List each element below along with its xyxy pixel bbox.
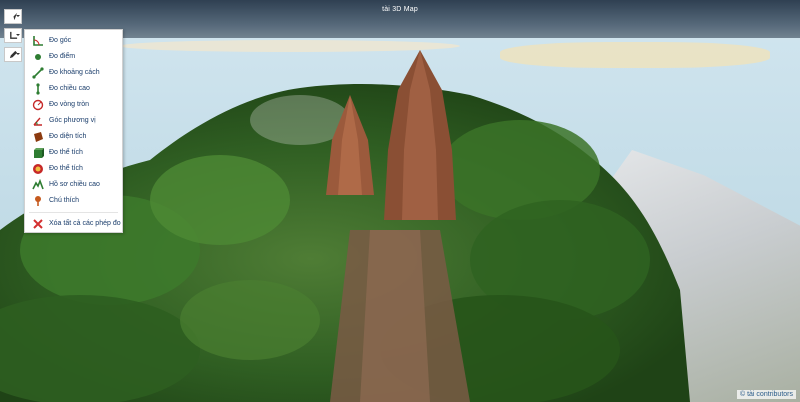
chevron-down-icon <box>16 34 20 36</box>
height-icon <box>31 82 45 96</box>
menu-item-measure-area[interactable]: Đo diện tích <box>25 129 122 144</box>
menu-item-label: Đo điểm <box>49 53 76 60</box>
chevron-down-icon <box>16 53 20 55</box>
left-toolbar <box>4 9 22 66</box>
point-icon <box>31 50 45 64</box>
small-temple-tower <box>326 95 374 195</box>
app-title: tài 3D Map <box>382 6 418 13</box>
attribution-link[interactable]: © tài contributors <box>736 390 796 399</box>
distance-icon <box>31 66 45 80</box>
clear-x-icon <box>31 217 45 231</box>
chevron-down-icon <box>16 15 20 17</box>
clear-all-measurements-button[interactable]: Xóa tất cả các phép đo <box>25 216 122 231</box>
menu-item-label: Hồ sơ chiều cao <box>49 181 100 188</box>
area-icon <box>31 130 45 144</box>
profile-icon <box>31 178 45 192</box>
circle-icon <box>31 98 45 112</box>
navigate-tool-button[interactable] <box>4 9 22 24</box>
menu-item-annotation[interactable]: Chú thích <box>25 193 122 208</box>
menu-item-label: Đo vòng tròn <box>49 101 90 108</box>
volume-sphere-icon <box>31 162 45 176</box>
menu-item-height-profile[interactable]: Hồ sơ chiều cao <box>25 177 122 192</box>
menu-item-measure-volume-box[interactable]: Đo thể tích <box>25 145 122 160</box>
menu-divider <box>29 212 118 213</box>
menu-item-label: Đo diện tích <box>49 133 87 140</box>
menu-item-measure-point[interactable]: Đo điểm <box>25 49 122 64</box>
menu-item-label: Đo thể tích <box>49 165 83 172</box>
menu-item-label: Chú thích <box>49 197 79 204</box>
menu-item-label: Đo thể tích <box>49 149 83 156</box>
annotation-icon <box>31 194 45 208</box>
menu-item-measure-volume-sphere[interactable]: Đo thể tích <box>25 161 122 176</box>
clear-all-label: Xóa tất cả các phép đo <box>49 220 121 227</box>
edit-tool-button[interactable] <box>4 47 22 62</box>
menu-item-measure-height[interactable]: Đo chiều cao <box>25 81 122 96</box>
measure-tool-button[interactable] <box>4 28 22 43</box>
menu-item-measure-angle[interactable]: Đo góc <box>25 33 122 48</box>
menu-item-azimuth[interactable]: Góc phương vị <box>25 113 122 128</box>
volume-box-icon <box>31 146 45 160</box>
menu-item-measure-distance[interactable]: Đo khoảng cách <box>25 65 122 80</box>
angle-icon <box>31 34 45 48</box>
menu-item-label: Đo góc <box>49 37 72 44</box>
menu-item-label: Đo chiều cao <box>49 85 90 92</box>
menu-item-label: Đo khoảng cách <box>49 69 100 76</box>
measure-dropdown-menu: Đo góc Đo điểm Đo khoảng cách Đo chiều c… <box>24 29 123 233</box>
main-temple-tower <box>384 50 456 220</box>
menu-item-label: Góc phương vị <box>49 117 96 124</box>
azimuth-icon <box>31 114 45 128</box>
menu-item-measure-circle[interactable]: Đo vòng tròn <box>25 97 122 112</box>
